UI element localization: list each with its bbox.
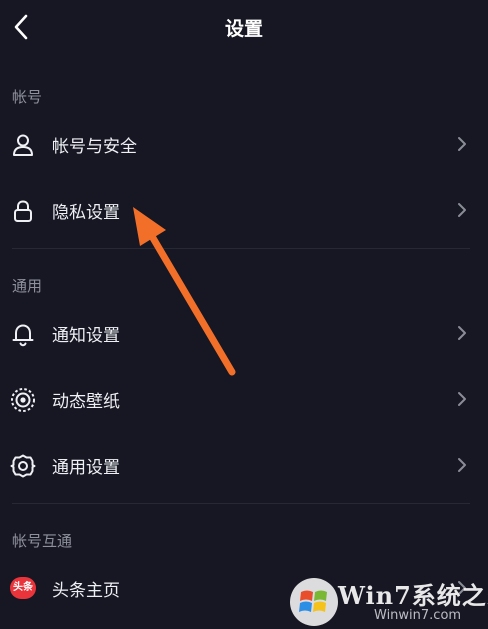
chevron-right-icon [458,581,466,595]
menu-item-label: 动态壁纸 [52,392,120,412]
live-wallpaper-icon [11,388,35,412]
bell-icon [12,324,34,347]
menu-item-label: 隐私设置 [52,203,120,223]
header-bar: 设置 [0,0,488,56]
lock-icon [14,200,32,222]
menu-item-notification-settings[interactable]: 通知设置 [0,306,488,360]
gear-icon [10,454,36,478]
chevron-right-icon [458,137,466,151]
chevron-right-icon [458,458,466,472]
menu-item-account-security[interactable]: 帐号与安全 [0,117,488,171]
menu-item-label: 帐号与安全 [52,137,137,157]
toutiao-logo-icon: 头条 [10,577,36,599]
section-divider [12,248,470,249]
menu-item-privacy-settings[interactable]: 隐私设置 [0,183,488,237]
menu-item-toutiao-homepage[interactable]: 头条 头条主页 [0,561,488,615]
menu-item-general-settings[interactable]: 通用设置 [0,438,488,492]
menu-item-live-wallpaper[interactable]: 动态壁纸 [0,372,488,426]
user-icon [13,134,33,156]
page-title: 设置 [224,18,263,40]
chevron-right-icon [458,326,466,340]
chevron-right-icon [458,392,466,406]
section-title-account-linking: 帐号互通 [12,532,73,550]
section-divider [12,503,470,504]
chevron-right-icon [458,203,466,217]
menu-item-label: 通知设置 [52,326,120,346]
menu-item-label: 通用设置 [52,458,120,478]
section-title-account: 帐号 [12,88,43,106]
section-title-general: 通用 [12,277,43,295]
menu-item-label: 头条主页 [52,581,120,601]
